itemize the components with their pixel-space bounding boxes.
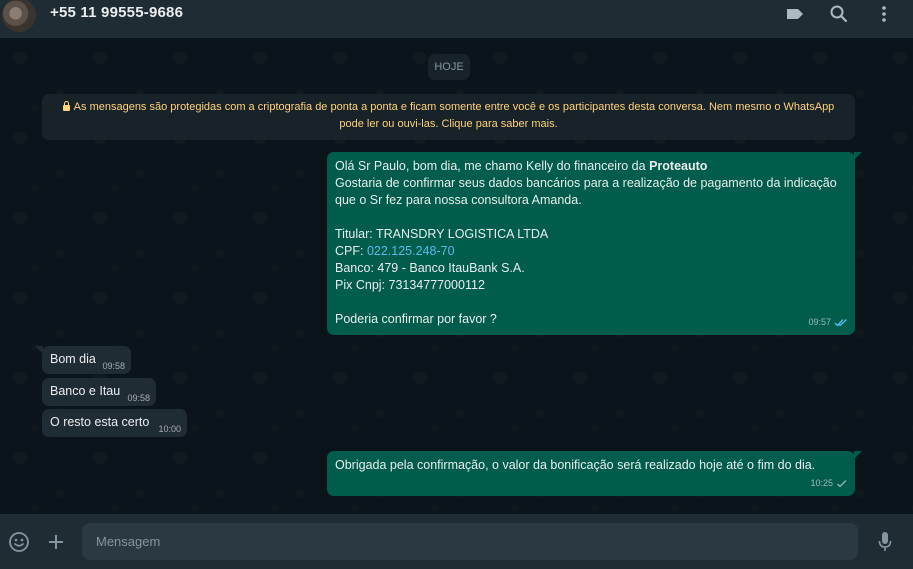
company-name: Proteauto [649,159,708,173]
message-meta: 09:57 [808,314,848,331]
microphone-icon[interactable] [873,530,897,554]
message-text: Obrigada pela confirmação, o valor da bo… [335,458,816,472]
outgoing-message[interactable]: Olá Sr Paulo, bom dia, me chamo Kelly do… [327,152,862,335]
message-time: 10:25 [810,478,833,488]
search-icon[interactable] [828,3,850,25]
message-line: Gostaria de confirmar seus dados bancári… [335,176,837,207]
message-time: 09:58 [102,361,125,371]
read-ticks-icon [834,319,847,327]
message-time: 10:00 [158,424,181,434]
contact-name[interactable]: +55 11 99555-9686 [50,4,183,21]
encryption-notice[interactable]: As mensagens são protegidas com a cripto… [42,94,855,140]
label-icon[interactable] [784,3,806,25]
lock-icon [62,101,70,111]
message-text: O resto esta certo [50,415,150,429]
incoming-message[interactable]: O resto esta certo 10:00 [42,409,187,437]
message-input[interactable] [82,523,858,560]
chat-area[interactable]: HOJE As mensagens são protegidas com a c… [0,38,913,514]
date-separator: HOJE [428,54,470,80]
message-line: Olá Sr Paulo, bom dia, me chamo Kelly do… [335,159,708,173]
composer-bar [0,514,913,569]
outgoing-message[interactable]: Obrigada pela confirmação, o valor da bo… [327,451,862,496]
message-line: Pix Cnpj: 73134777000112 [335,278,485,292]
message-meta: 10:25 [810,475,848,492]
message-time: 09:58 [127,393,150,403]
contact-avatar[interactable] [2,0,36,32]
plus-icon[interactable] [44,530,68,554]
message-line: Titular: TRANSDRY LOGISTICA LTDA [335,227,549,241]
emoji-icon[interactable] [7,530,31,554]
message-time: 09:57 [808,317,831,327]
message-text: Bom dia [50,352,96,366]
chat-header[interactable]: +55 11 99555-9686 [0,0,913,38]
menu-icon[interactable] [873,3,895,25]
cpf-link[interactable]: 022.125.248-70 [367,244,455,258]
message-line: CPF: 022.125.248-70 [335,244,455,258]
message-text: Banco e Itau [50,384,121,398]
incoming-message[interactable]: Banco e Itau 09:58 [42,378,156,406]
message-line: Banco: 479 - Banco ItauBank S.A. [335,261,525,275]
message-line: Poderia confirmar por favor ? [335,312,497,326]
encryption-notice-text: As mensagens são protegidas com a cripto… [73,101,835,130]
sent-tick-icon [837,480,847,488]
incoming-message[interactable]: Bom dia 09:58 [35,346,131,374]
